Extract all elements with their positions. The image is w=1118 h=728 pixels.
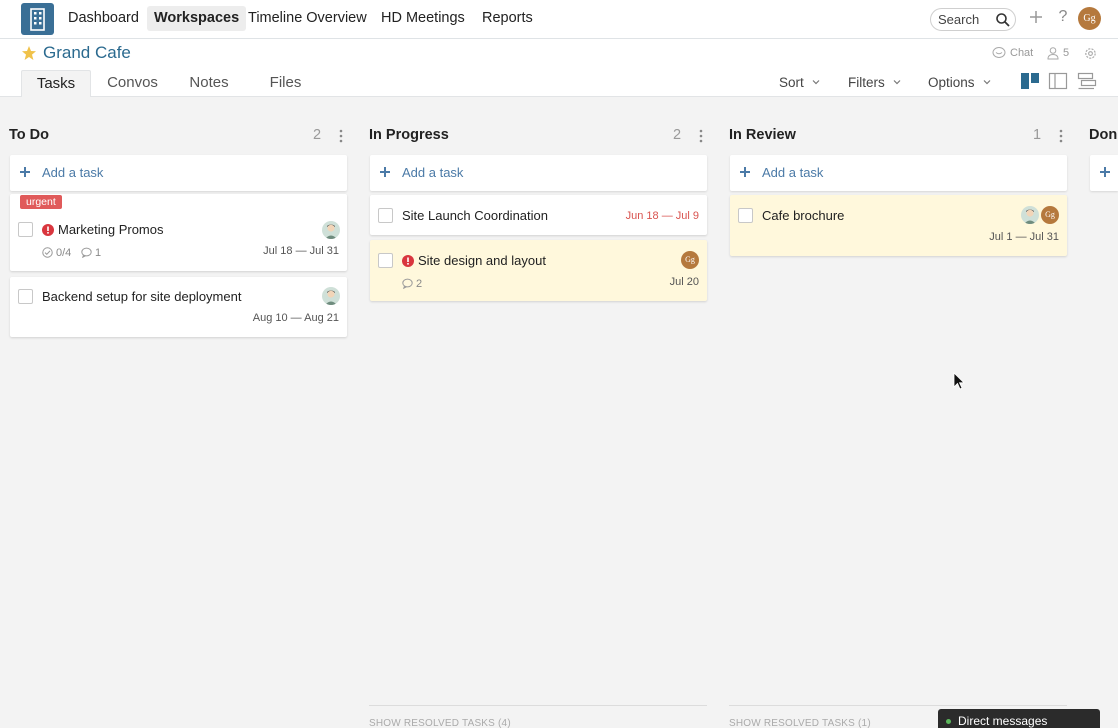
column-menu-icon[interactable] [1058, 129, 1064, 143]
plus-icon [740, 167, 750, 177]
chevron-down-icon [812, 80, 820, 85]
task-dates: Jul 18 — Jul 31 [263, 245, 339, 257]
column-count-in-progress: 2 [673, 127, 682, 143]
show-resolved-tasks-link[interactable]: SHOW RESOLVED TASKS (4) [369, 718, 511, 728]
search-icon [996, 13, 1010, 27]
task-title[interactable]: Marketing Promos [58, 222, 163, 237]
task-card-backend-setup[interactable]: Backend setup for site deployment Aug 10… [10, 277, 347, 337]
add-task-label: Add a task [42, 165, 104, 180]
checklist-icon [42, 247, 53, 258]
assignee-avatar[interactable] [1021, 206, 1039, 224]
nav-reports[interactable]: Reports [475, 6, 540, 31]
comment-icon [81, 247, 92, 258]
nav-workspaces[interactable]: Workspaces [147, 6, 247, 31]
nav-hd-meetings[interactable]: HD Meetings [374, 6, 472, 31]
split-view-icon[interactable] [1048, 72, 1068, 90]
task-checkbox[interactable] [738, 208, 753, 223]
search-placeholder: Search [938, 12, 980, 27]
task-card-site-design[interactable]: Site design and layout 2 Jul 20 Gg [370, 240, 707, 301]
nav-dashboard[interactable]: Dashboard [61, 6, 146, 31]
task-dates: Jul 20 [669, 276, 699, 288]
task-checkbox[interactable] [378, 208, 393, 223]
app-logo-icon[interactable] [21, 3, 54, 35]
plus-icon [20, 167, 30, 177]
divider [369, 705, 707, 706]
column-menu-icon[interactable] [698, 129, 704, 143]
show-resolved-tasks-link[interactable]: SHOW RESOLVED TASKS (1) [729, 718, 871, 728]
column-title-in-progress: In Progress [369, 127, 449, 143]
divider [729, 705, 1067, 706]
column-title-in-review: In Review [729, 127, 796, 143]
tab-tasks[interactable]: Tasks [21, 70, 91, 97]
task-title[interactable]: Backend setup for site deployment [42, 289, 241, 304]
board-view-icon[interactable] [1020, 72, 1040, 90]
assignee-avatar[interactable] [322, 221, 340, 239]
tab-files[interactable]: Files [262, 70, 309, 97]
add-task-button[interactable]: Add a task [730, 155, 1067, 191]
task-dates: Aug 10 — Aug 21 [252, 312, 339, 324]
sort-dropdown[interactable]: Sort [779, 75, 820, 90]
settings-gear-icon[interactable] [1083, 46, 1098, 61]
urgent-alert-icon [42, 224, 54, 236]
column-count-todo: 2 [313, 127, 322, 143]
add-task-button[interactable] [1090, 155, 1118, 191]
chat-icon[interactable] [992, 46, 1006, 60]
chat-link[interactable]: Chat [1010, 47, 1033, 59]
help-icon[interactable]: ? [1053, 7, 1073, 27]
tab-notes[interactable]: Notes [180, 70, 238, 97]
search-input[interactable]: Search [930, 8, 1016, 31]
add-task-button[interactable]: Add a task [370, 155, 707, 191]
sort-label: Sort [779, 75, 804, 90]
comment-count: 2 [416, 278, 423, 290]
direct-messages-dock[interactable]: Direct messages [938, 709, 1100, 728]
nav-timeline-overview[interactable]: Timeline Overview [241, 6, 374, 31]
plus-icon [380, 167, 390, 177]
options-label: Options [928, 75, 975, 90]
star-icon[interactable] [21, 45, 37, 61]
task-dates-overdue: Jun 18 — Jul 9 [625, 210, 699, 222]
options-dropdown[interactable]: Options [928, 75, 991, 90]
checklist-progress: 0/4 [56, 247, 72, 259]
workspace-title[interactable]: Grand Cafe [43, 43, 131, 63]
top-navigation: Dashboard Workspaces Timeline Overview H… [0, 0, 1118, 39]
online-status-icon [946, 719, 951, 724]
task-checkbox[interactable] [18, 222, 33, 237]
comment-icon [402, 278, 413, 289]
column-menu-icon[interactable] [338, 129, 344, 143]
task-dates: Jul 1 — Jul 31 [989, 231, 1059, 243]
list-view-icon[interactable] [1077, 72, 1097, 90]
members-icon[interactable] [1046, 46, 1060, 60]
add-task-label: Add a task [762, 165, 824, 180]
comment-count: 1 [95, 247, 102, 259]
urgent-alert-icon [402, 255, 414, 267]
members-count: 5 [1063, 47, 1070, 59]
workspace-header: Grand Cafe Chat 5 Tasks Convos Notes Fil… [0, 39, 1118, 97]
task-checkbox[interactable] [378, 253, 393, 268]
chevron-down-icon [983, 80, 990, 85]
urgent-badge: urgent [20, 195, 62, 209]
filters-label: Filters [848, 75, 885, 90]
column-count-in-review: 1 [1033, 127, 1042, 143]
filters-dropdown[interactable]: Filters [848, 75, 901, 90]
column-title-done: Don [1089, 127, 1118, 143]
task-title[interactable]: Site Launch Coordination [402, 208, 548, 223]
task-card-site-launch[interactable]: Site Launch Coordination Jun 18 — Jul 9 [370, 195, 707, 235]
task-card-cafe-brochure[interactable]: Cafe brochure Jul 1 — Jul 31 Gg [730, 195, 1067, 256]
task-title[interactable]: Cafe brochure [762, 208, 844, 223]
add-task-label: Add a task [402, 165, 464, 180]
task-title[interactable]: Site design and layout [418, 253, 546, 268]
add-icon[interactable] [1026, 7, 1046, 27]
assignee-avatar[interactable] [322, 287, 340, 305]
assignee-avatar[interactable]: Gg [681, 251, 699, 269]
task-checkbox[interactable] [18, 289, 33, 304]
mouse-cursor-icon [953, 372, 965, 390]
direct-messages-label: Direct messages [958, 714, 1048, 728]
add-task-button[interactable]: Add a task [10, 155, 347, 191]
assignee-avatar[interactable]: Gg [1041, 206, 1059, 224]
tab-convos[interactable]: Convos [97, 70, 168, 97]
plus-icon [1100, 167, 1110, 177]
column-title-todo: To Do [9, 127, 49, 143]
user-avatar[interactable]: Gg [1078, 7, 1101, 30]
chevron-down-icon [893, 80, 901, 85]
